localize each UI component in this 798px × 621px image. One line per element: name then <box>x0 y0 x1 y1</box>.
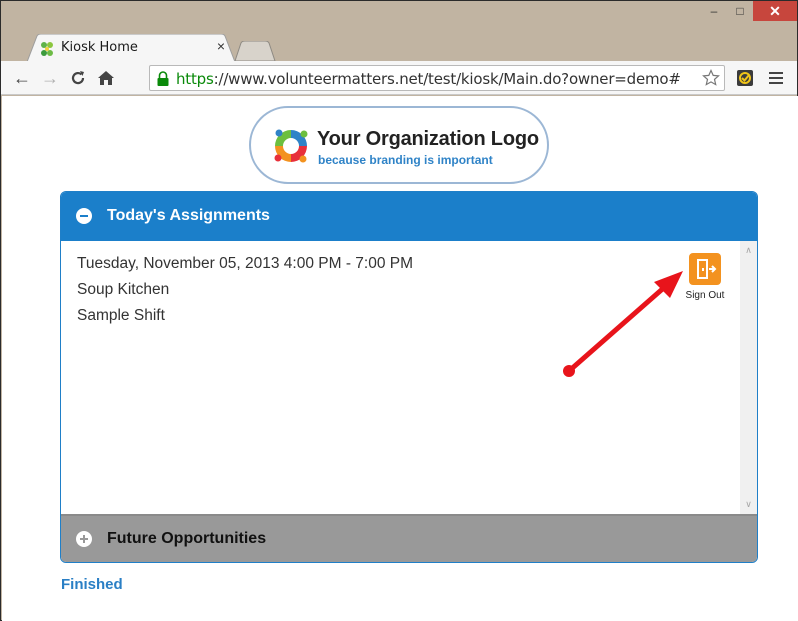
expand-icon[interactable] <box>76 531 92 547</box>
sign-out-icon[interactable] <box>689 253 721 285</box>
address-bar[interactable]: https://www.volunteermatters.net/test/ki… <box>149 65 725 91</box>
url-path: ://www.volunteermatters.net/test/kiosk/M… <box>213 70 681 88</box>
assignment-date-time: Tuesday, November 05, 2013 4:00 PM - 7:0… <box>77 255 414 272</box>
future-opportunities-header[interactable]: Future Opportunities <box>61 514 757 562</box>
reload-icon[interactable] <box>67 67 89 89</box>
todays-assignments-header[interactable]: Today's Assignments <box>61 192 757 241</box>
sign-out-button[interactable]: Sign Out <box>683 253 727 301</box>
menu-icon[interactable] <box>767 69 785 87</box>
assignments-scrollbar[interactable]: ∧ ∨ <box>740 241 757 514</box>
kiosk-favicon-icon <box>41 42 53 56</box>
url-text: https://www.volunteermatters.net/test/ki… <box>176 70 696 88</box>
browser-tab[interactable]: Kiosk Home × <box>27 34 235 62</box>
assignments-list: Tuesday, November 05, 2013 4:00 PM - 7:0… <box>61 241 757 514</box>
todays-assignments-title: Today's Assignments <box>107 207 270 224</box>
assignments-panel: Today's Assignments Tuesday, November 05… <box>60 191 758 563</box>
tab-close-icon[interactable]: × <box>213 38 229 54</box>
url-scheme: https <box>176 70 214 88</box>
forward-arrow-icon[interactable]: → <box>39 67 61 89</box>
assignment-location: Soup Kitchen <box>77 281 170 298</box>
maximize-icon[interactable]: □ <box>727 1 753 21</box>
finished-link[interactable]: Finished <box>61 576 123 593</box>
organization-logo: Your Organization Logo because branding … <box>249 106 549 184</box>
browser-toolbar: ← → https://www.volunteermatters.net/tes… <box>1 61 797 95</box>
scroll-down-icon[interactable]: ∨ <box>744 500 753 509</box>
window-close-icon[interactable]: ✕ <box>753 1 797 21</box>
back-arrow-icon[interactable]: ← <box>11 67 33 89</box>
future-opportunities-title: Future Opportunities <box>107 530 267 547</box>
kiosk-page: Your Organization Logo because branding … <box>2 96 798 621</box>
scroll-up-icon[interactable]: ∧ <box>744 246 753 255</box>
tab-title: Kiosk Home <box>61 40 138 55</box>
sign-out-label: Sign Out <box>685 290 725 301</box>
new-tab-button[interactable] <box>235 41 277 61</box>
window-controls: ‒ □ ✕ <box>701 1 797 23</box>
title-bar: ‒ □ ✕ <box>1 1 797 35</box>
bookmark-star-icon[interactable] <box>702 69 720 87</box>
browser-window: ‒ □ ✕ Kiosk Home × ← → https://www.volun… <box>0 0 798 621</box>
minimize-icon[interactable]: ‒ <box>701 1 727 21</box>
lock-icon <box>157 71 169 86</box>
collapse-icon[interactable] <box>76 208 92 224</box>
logo-subtitle: because branding is important <box>318 153 493 167</box>
extension-icon[interactable] <box>736 69 754 87</box>
logo-title: Your Organization Logo <box>317 128 539 150</box>
organization-logo-mark-icon <box>274 129 308 163</box>
home-icon[interactable] <box>95 67 117 89</box>
assignment-shift: Sample Shift <box>77 307 165 324</box>
